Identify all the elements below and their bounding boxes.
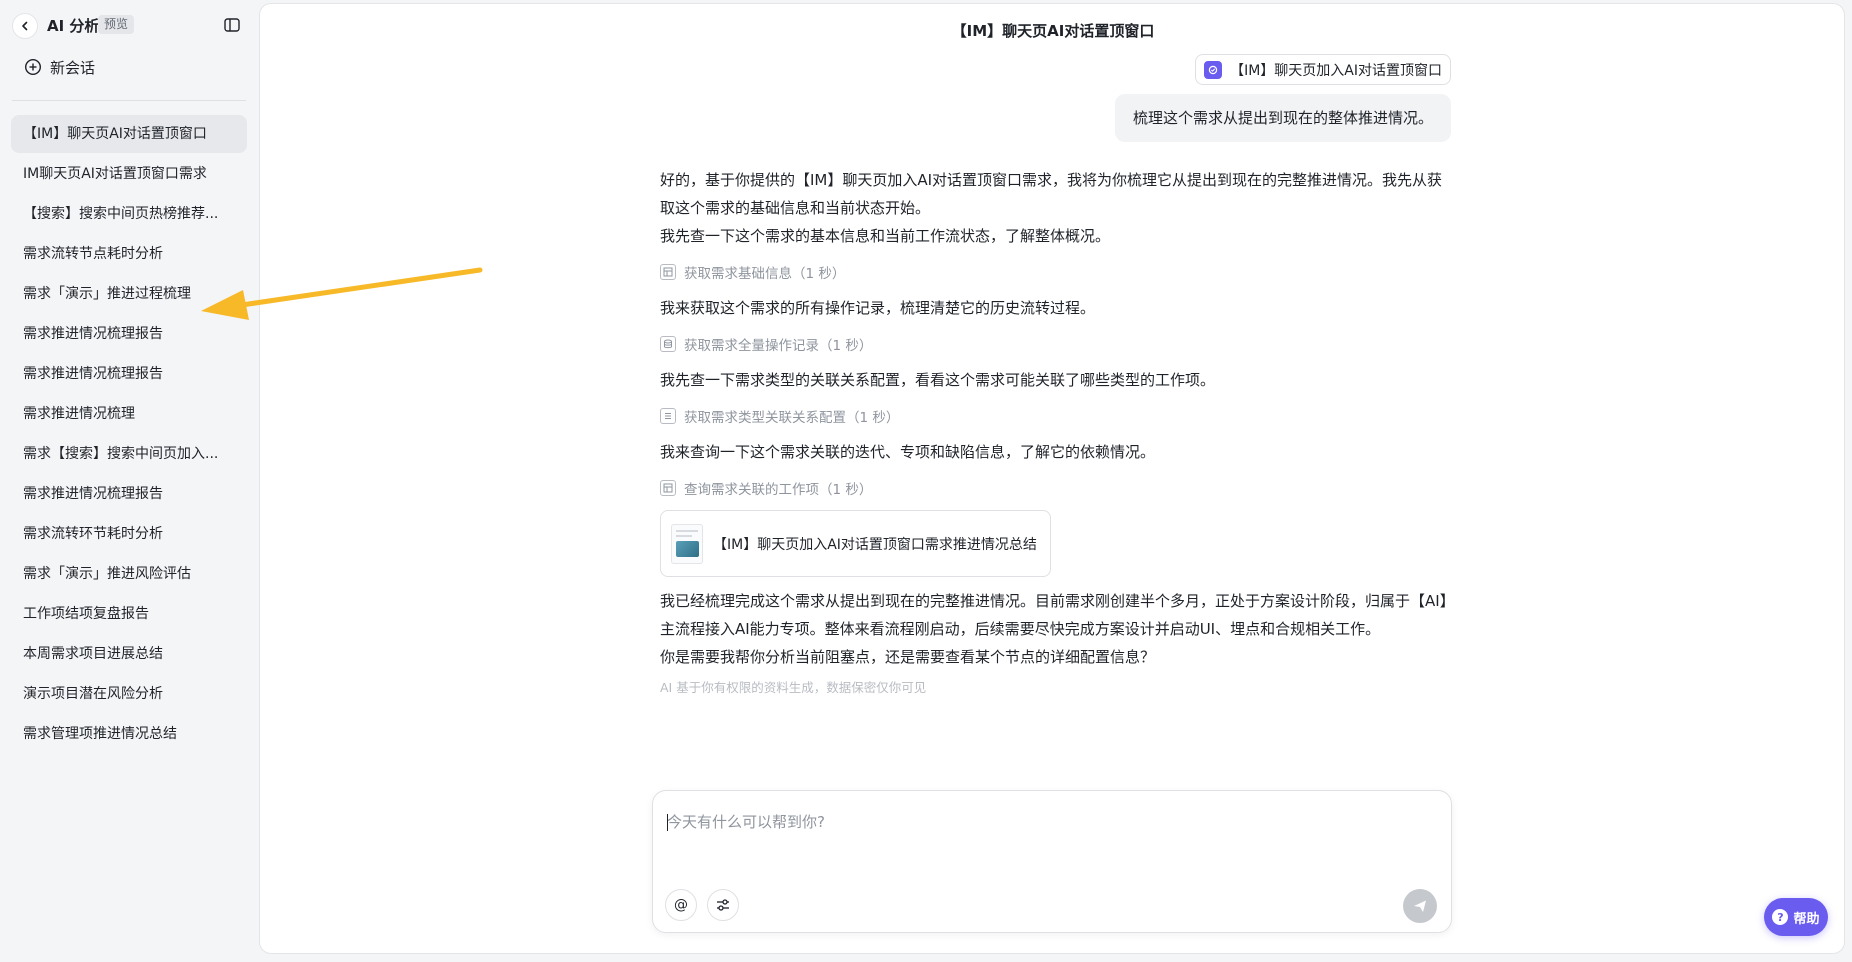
answer-para-2: 我来获取这个需求的所有操作记录，梳理清楚它的历史流转过程。 <box>660 299 1096 317</box>
document-thumbnail-icon <box>671 523 703 564</box>
database-icon <box>660 336 676 352</box>
history-item[interactable]: 需求「演示」推进过程梳理 <box>11 275 247 313</box>
app-title: AI 分析 <box>47 17 100 35</box>
text-caret <box>667 814 668 831</box>
history-item[interactable]: 需求流转节点耗时分析 <box>11 235 247 273</box>
new-chat-button[interactable]: 新会话 <box>12 52 246 82</box>
history-item[interactable]: 工作项结项复盘报告 <box>11 595 247 633</box>
history-item[interactable]: 演示项目潜在风险分析 <box>11 675 247 713</box>
history-item[interactable]: 本周需求项目进展总结 <box>11 635 247 673</box>
tool-step-3[interactable]: 获取需求类型关联关系配置（1 秒） <box>660 406 1450 426</box>
history-item[interactable]: 需求「演示」推进风险评估 <box>11 555 247 593</box>
requirement-icon <box>1204 60 1223 79</box>
send-button[interactable] <box>1403 889 1437 923</box>
settings-button[interactable] <box>707 889 739 921</box>
chat-title: 【IM】聊天页AI对话置顶窗口 <box>951 22 1155 40</box>
at-sign-icon: @ <box>674 897 688 913</box>
context-tag[interactable]: 【IM】聊天页加入AI对话置顶窗口 <box>1195 54 1451 85</box>
history-item[interactable]: 需求推进情况梳理 <box>11 395 247 433</box>
tool-step-4[interactable]: 查询需求关联的工作项（1 秒） <box>660 478 1450 498</box>
assistant-answer: 好的，基于你提供的【IM】聊天页加入AI对话置顶窗口需求，我将为你梳理它从提出到… <box>660 166 1450 696</box>
answer-summary-1: 我已经梳理完成这个需求从提出到现在的完整推进情况。目前需求刚创建半个多月，正处于… <box>660 592 1448 638</box>
tool-step-3-label: 获取需求类型关联关系配置（1 秒） <box>684 410 900 426</box>
send-icon <box>1414 900 1426 912</box>
tool-step-4-label: 查询需求关联的工作项（1 秒） <box>684 482 873 498</box>
history-item[interactable]: 需求【搜索】搜索中间页加入... <box>11 435 247 473</box>
tool-step-2-label: 获取需求全量操作记录（1 秒） <box>684 338 873 354</box>
sidebar-panel-icon <box>224 18 240 32</box>
sidebar-header: AI 分析 预览 <box>0 0 258 52</box>
document-card-title: 【IM】聊天页加入AI对话置顶窗口需求推进情况总结 <box>713 536 1037 553</box>
history-item-active[interactable]: 【IM】聊天页AI对话置顶窗口 <box>11 115 247 153</box>
context-tag-label: 【IM】聊天页加入AI对话置顶窗口 <box>1230 62 1442 79</box>
answer-para-3: 我先查一下需求类型的关联关系配置，看看这个需求可能关联了哪些类型的工作项。 <box>660 371 1216 389</box>
question-icon: ? <box>1772 909 1789 925</box>
answer-summary-2: 你是需要我帮你分析当前阻塞点，还是需要查看某个节点的详细配置信息？ <box>660 648 1156 666</box>
list-icon <box>660 408 676 424</box>
chat-panel: 【IM】聊天页AI对话置顶窗口 【IM】聊天页加入AI对话置顶窗口 梳理这个需求… <box>259 3 1845 954</box>
table-icon <box>660 264 676 280</box>
plus-circle-icon <box>24 58 42 76</box>
history-item[interactable]: 【搜索】搜索中间页热榜推荐... <box>11 195 247 233</box>
back-button[interactable] <box>12 13 38 39</box>
history-item[interactable]: 需求推进情况梳理报告 <box>11 355 247 393</box>
ai-disclaimer: AI 基于你有权限的资料生成，数据保密仅你可见 <box>660 680 927 695</box>
preview-badge: 预览 <box>98 15 135 34</box>
help-button[interactable]: ? 帮助 <box>1764 898 1828 936</box>
message-composer: @ <box>652 790 1452 933</box>
sidebar: AI 分析 预览 新会话 【IM】聊天页AI对话置顶窗口 IM聊天页AI对话置顶… <box>0 0 258 962</box>
table-icon <box>660 480 676 496</box>
chevron-left-icon <box>22 21 28 31</box>
answer-intro-1: 好的，基于你提供的【IM】聊天页加入AI对话置顶窗口需求，我将为你梳理它从提出到… <box>660 171 1443 217</box>
history-item[interactable]: 需求管理项推进情况总结 <box>11 715 247 753</box>
user-message: 梳理这个需求从提出到现在的整体推进情况。 <box>1114 94 1451 142</box>
message-input[interactable] <box>667 807 1427 837</box>
tool-step-1[interactable]: 获取需求基础信息（1 秒） <box>660 262 1450 282</box>
history-item[interactable]: 需求推进情况梳理报告 <box>11 315 247 353</box>
answer-para-4: 我来查询一下这个需求关联的迭代、专项和缺陷信息，了解它的依赖情况。 <box>660 443 1156 461</box>
chat-history-list: 【IM】聊天页AI对话置顶窗口 IM聊天页AI对话置顶窗口需求 【搜索】搜索中间… <box>11 115 247 755</box>
answer-intro-2: 我先查一下这个需求的基本信息和当前工作流状态，了解整体概况。 <box>660 227 1111 245</box>
tool-step-2[interactable]: 获取需求全量操作记录（1 秒） <box>660 334 1450 354</box>
new-chat-label: 新会话 <box>50 58 96 77</box>
sidebar-toggle-button[interactable] <box>223 16 243 36</box>
document-card[interactable]: 【IM】聊天页加入AI对话置顶窗口需求推进情况总结 <box>660 510 1051 577</box>
tool-step-1-label: 获取需求基础信息（1 秒） <box>684 266 846 282</box>
help-label: 帮助 <box>1793 911 1820 927</box>
sliders-icon <box>717 899 729 911</box>
sidebar-divider <box>12 100 246 101</box>
history-item[interactable]: 需求推进情况梳理报告 <box>11 475 247 513</box>
history-item[interactable]: IM聊天页AI对话置顶窗口需求 <box>11 155 247 193</box>
mention-button[interactable]: @ <box>665 889 697 921</box>
history-item[interactable]: 需求流转环节耗时分析 <box>11 515 247 553</box>
